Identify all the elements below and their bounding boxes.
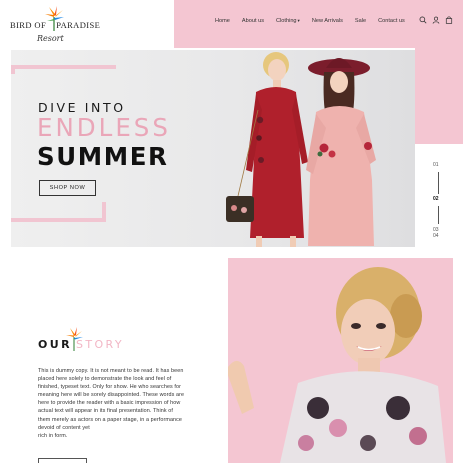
slide-number-prev[interactable]: 01 bbox=[433, 162, 439, 168]
nav-item-sale[interactable]: Sale bbox=[355, 18, 366, 24]
model-pink-dress bbox=[306, 58, 376, 246]
user-icon[interactable] bbox=[432, 16, 440, 24]
frame-accent-tick bbox=[11, 65, 15, 74]
slide-number-current[interactable]: 02 bbox=[433, 196, 439, 202]
story-line: placed here solely to demonstrate the lo… bbox=[38, 376, 172, 383]
hero-models-image bbox=[226, 52, 376, 247]
nav-item-label: Home bbox=[215, 18, 230, 24]
search-icon[interactable] bbox=[419, 16, 427, 24]
header-pink-panel bbox=[174, 0, 463, 48]
nav-item-label: Sale bbox=[354, 18, 367, 24]
nav-item-label: New Arrivals bbox=[311, 18, 343, 24]
read-more-button[interactable] bbox=[38, 458, 87, 463]
frame-accent-top bbox=[11, 65, 116, 69]
hero-banner: DIVE INTO ENDLESS SUMMER SHOP NOW bbox=[11, 50, 415, 247]
story-paragraph: This is dummy copy. It is not meant to b… bbox=[38, 367, 214, 440]
nav-item-label: Clothing bbox=[276, 18, 297, 24]
shop-now-button[interactable]: SHOP NOW bbox=[39, 180, 96, 196]
model-red-dress bbox=[226, 52, 308, 247]
slide-track-top bbox=[438, 172, 439, 194]
nav-item-clothing[interactable]: Clothing▾ bbox=[276, 18, 300, 24]
slide-track-bottom bbox=[438, 206, 439, 224]
story-line: This is dummy copy. It is not meant to b… bbox=[38, 368, 184, 374]
story-line: meaning here will be sorely disappointed… bbox=[38, 392, 185, 399]
nav-item-new-arrivals[interactable]: New Arrivals bbox=[312, 18, 343, 24]
story-line: finished, typeset text. Only for show. H… bbox=[38, 384, 182, 391]
nav-item-label: Contact us bbox=[378, 18, 405, 24]
hero-line-3: SUMMER bbox=[37, 142, 169, 171]
brand-logo[interactable]: BIRD OF PARADISE Resort bbox=[10, 4, 102, 46]
frame-accent-bottom-tick bbox=[102, 202, 106, 222]
nav-item-contact-us[interactable]: Contact us bbox=[378, 18, 405, 24]
story-line: actual text will appear in its final pre… bbox=[38, 408, 173, 415]
story-title-pink: STORY bbox=[76, 338, 125, 351]
slide-indicator: 01 02 03 04 bbox=[430, 162, 446, 242]
hero-line-2: ENDLESS bbox=[37, 113, 171, 142]
nav-item-label: About us bbox=[241, 18, 265, 24]
side-pink-panel bbox=[415, 48, 463, 144]
brand-script: Resort bbox=[37, 34, 64, 43]
story-line: here to provide the reader with a basic … bbox=[38, 400, 181, 407]
brand-name: BIRD OF PARADISE bbox=[10, 20, 101, 30]
bag-icon[interactable] bbox=[445, 16, 453, 24]
frame-accent-bottom bbox=[11, 218, 106, 222]
main-nav: Home About us Clothing▾ New Arrivals Sale Con… bbox=[215, 18, 417, 24]
nav-item-about-us[interactable]: About us bbox=[242, 18, 264, 24]
story-model-image bbox=[228, 267, 446, 463]
chevron-down-icon: ▾ bbox=[297, 18, 300, 23]
header-actions bbox=[419, 16, 453, 24]
story-line: devoid of content yet bbox=[38, 424, 90, 431]
story-line: rich in form. bbox=[38, 432, 68, 439]
nav-item-home[interactable]: Home bbox=[215, 18, 230, 24]
story-line: them merely as actors on a paper stage, … bbox=[38, 416, 183, 423]
slide-number-last[interactable]: 04 bbox=[433, 233, 439, 239]
